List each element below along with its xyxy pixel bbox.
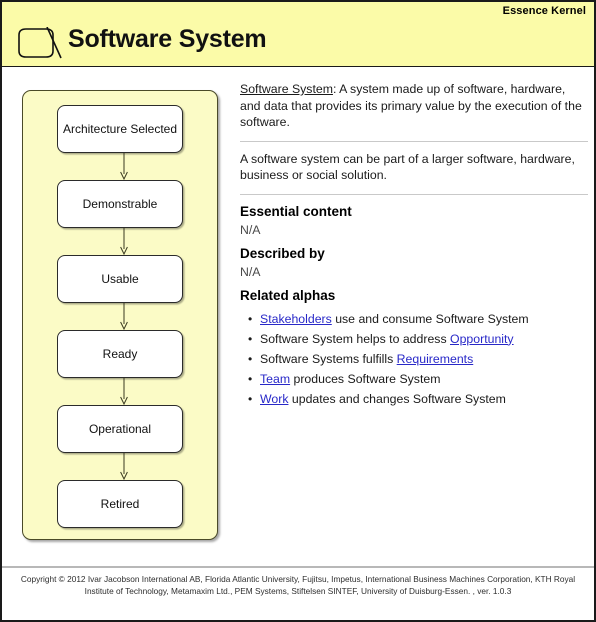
card-footer: Copyright © 2012 Ivar Jacobson Internati… xyxy=(2,566,594,620)
divider xyxy=(240,140,588,142)
note-paragraph: A software system can be part of a large… xyxy=(240,151,575,183)
card-body: Architecture Selected Demonstrable Usabl… xyxy=(2,67,594,564)
state-arrow-1 xyxy=(120,153,128,180)
state-label: Ready xyxy=(102,347,138,361)
list-item: Work updates and changes Software System xyxy=(248,389,588,409)
state-box-usable[interactable]: Usable xyxy=(57,255,183,303)
state-label: Retired xyxy=(100,497,140,511)
section-heading-essential-content: Essential content xyxy=(240,203,352,219)
card-header: Essence Kernel Software System xyxy=(2,2,594,67)
state-label: Operational xyxy=(88,422,152,436)
state-box-operational[interactable]: Operational xyxy=(57,405,183,453)
state-progression-diagram: Architecture Selected Demonstrable Usabl… xyxy=(22,90,218,540)
relation-post: use and consume Software System xyxy=(331,311,529,326)
section-heading-related-alphas: Related alphas xyxy=(240,287,336,303)
state-arrow-3 xyxy=(120,303,128,330)
copyright-line-2: Technology, Metamaxim Ltd., PEM Systems,… xyxy=(125,586,512,596)
state-box-demonstrable[interactable]: Demonstrable xyxy=(57,180,183,228)
alpha-link-stakeholders[interactable]: Stakeholders xyxy=(260,312,332,326)
alpha-link-requirements[interactable]: Requirements xyxy=(397,352,474,366)
definition-paragraph: Software System: A system made up of sof… xyxy=(240,81,588,131)
state-label: Architecture Selected xyxy=(62,122,178,136)
list-item: Team produces Software System xyxy=(248,369,588,389)
state-box-architecture-selected[interactable]: Architecture Selected xyxy=(57,105,183,153)
state-label: Demonstrable xyxy=(82,197,158,211)
page-title: Software System xyxy=(68,25,267,53)
relation-post: updates and changes Software System xyxy=(288,391,506,406)
list-item: Software System helps to address Opportu… xyxy=(248,329,588,349)
state-arrow-2 xyxy=(120,228,128,255)
state-arrow-5 xyxy=(120,453,128,480)
section-value-described-by: N/A xyxy=(240,264,261,279)
copyright-text: Copyright © 2012 Ivar Jacobson Internati… xyxy=(6,573,590,597)
alpha-link-work[interactable]: Work xyxy=(260,392,288,406)
alpha-link-opportunity[interactable]: Opportunity xyxy=(450,332,514,346)
related-alphas-list: Stakeholders use and consume Software Sy… xyxy=(240,309,588,409)
section-value-essential-content: N/A xyxy=(240,222,261,237)
state-box-ready[interactable]: Ready xyxy=(57,330,183,378)
essence-kernel-card: Essence Kernel Software System Architect… xyxy=(0,0,596,622)
detail-column: Software System: A system made up of sof… xyxy=(240,81,588,409)
state-stack: Architecture Selected Demonstrable Usabl… xyxy=(23,91,217,539)
alpha-link-team[interactable]: Team xyxy=(260,372,290,386)
list-item: Stakeholders use and consume Software Sy… xyxy=(248,309,588,329)
definition-term: Software System xyxy=(240,82,333,96)
divider xyxy=(240,193,588,195)
alpha-symbol-icon xyxy=(18,27,62,59)
state-box-retired[interactable]: Retired xyxy=(57,480,183,528)
relation-post: produces Software System xyxy=(290,371,441,386)
section-heading-described-by: Described by xyxy=(240,245,325,261)
relation-pre: Software System helps to address xyxy=(260,331,451,346)
kernel-label: Essence Kernel xyxy=(502,5,586,17)
state-arrow-4 xyxy=(120,378,128,405)
relation-pre: Software Systems fulfills xyxy=(260,351,397,366)
list-item: Software Systems fulfills Requirements xyxy=(248,349,588,369)
state-label: Usable xyxy=(101,272,139,286)
